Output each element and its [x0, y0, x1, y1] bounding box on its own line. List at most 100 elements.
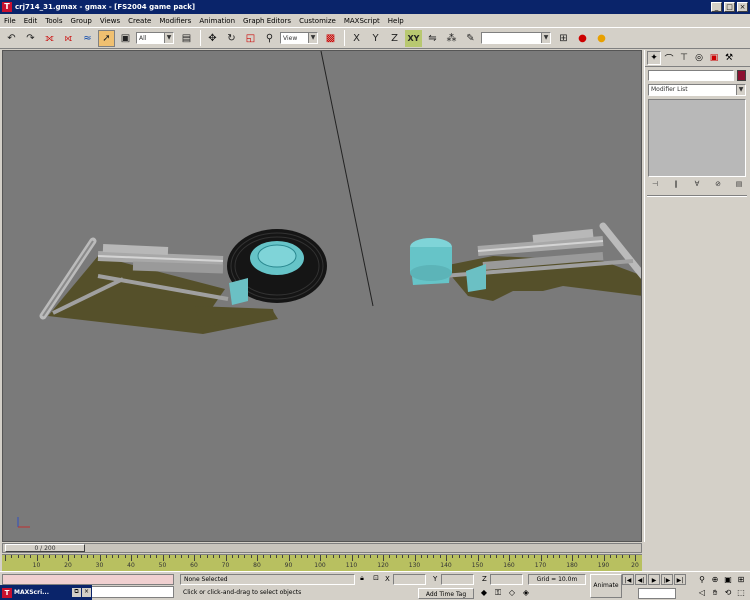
menu-help[interactable]: Help — [384, 17, 408, 25]
menu-group[interactable]: Group — [67, 17, 96, 25]
material-editor-icon[interactable]: ● — [574, 30, 591, 47]
zoom-extents-all-icon[interactable]: ⊞ — [735, 574, 747, 586]
restrict-to-z-button[interactable]: Z — [386, 30, 403, 47]
modifier-stack-list[interactable] — [648, 99, 746, 177]
absolute-mode-icon[interactable]: ⊡ — [371, 574, 381, 584]
menu-customize[interactable]: Customize — [295, 17, 340, 25]
left-brake-plate — [229, 278, 248, 305]
taskbar-maxscript[interactable]: T MAXScri... ⧉ × — [0, 585, 92, 600]
select-and-link-icon[interactable]: ⟗ — [41, 30, 58, 47]
z-coord-field[interactable] — [490, 574, 523, 585]
modify-tab-icon[interactable]: ⌒ — [662, 51, 676, 65]
utilities-tab-icon[interactable]: ⚒ — [722, 51, 736, 65]
select-by-name-icon[interactable]: ▤ — [178, 30, 195, 47]
key-filters-icon[interactable]: ◇ — [506, 587, 518, 599]
time-slider-track[interactable]: 0 / 200 — [2, 543, 642, 553]
key-mode-icon[interactable]: ◆ — [478, 587, 490, 599]
configure-modifier-sets-icon[interactable]: ▤ — [732, 180, 746, 191]
ruler-tick — [212, 555, 214, 558]
menu-views[interactable]: Views — [96, 17, 124, 25]
go-to-end-icon[interactable]: ▶| — [674, 574, 686, 585]
ruler-tick — [338, 555, 340, 558]
make-unique-icon[interactable]: ∀ — [690, 180, 704, 191]
reference-coord-dropdown[interactable]: View ▼ — [280, 32, 318, 44]
maxscript-listener-field[interactable] — [2, 574, 174, 585]
select-region-icon[interactable]: ▣ — [117, 30, 134, 47]
bind-to-space-warp-icon[interactable]: ≈ — [79, 30, 96, 47]
restrict-to-y-button[interactable]: Y — [367, 30, 384, 47]
time-slider-thumb[interactable]: 0 / 200 — [5, 544, 85, 552]
ruler-tick — [225, 555, 227, 561]
select-and-move-icon[interactable]: ✥ — [204, 30, 221, 47]
arc-rotate-icon[interactable]: ⟲ — [722, 587, 734, 599]
named-selection-dropdown[interactable]: ▼ — [481, 32, 551, 44]
restrict-to-x-button[interactable]: X — [348, 30, 365, 47]
auto-key-icon[interactable]: ◈ — [520, 587, 532, 599]
restore-icon[interactable]: ⧉ — [72, 588, 81, 597]
ruler-label: 30 — [95, 562, 104, 569]
x-coord-field[interactable] — [393, 574, 426, 585]
zoom-icon[interactable]: ⚲ — [696, 574, 708, 586]
perspective-viewport[interactable] — [2, 50, 642, 542]
play-icon[interactable]: ▶ — [648, 574, 660, 585]
menu-animation[interactable]: Animation — [195, 17, 239, 25]
display-tab-icon[interactable]: ▣ — [707, 51, 721, 65]
modifier-list-dropdown[interactable]: Modifier List ▼ — [648, 84, 746, 96]
ruler-label: 180 — [566, 562, 578, 569]
gmax-logo-icon: T — [2, 2, 12, 12]
menu-maxscript[interactable]: MAXScript — [340, 17, 384, 25]
menu-edit[interactable]: Edit — [20, 17, 42, 25]
select-and-scale-icon[interactable]: ◱ — [242, 30, 259, 47]
menu-modifiers[interactable]: Modifiers — [155, 17, 195, 25]
zoom-all-icon[interactable]: ⊕ — [709, 574, 721, 586]
menu-create[interactable]: Create — [124, 17, 155, 25]
next-frame-icon[interactable]: |▶ — [661, 574, 673, 585]
array-icon[interactable]: ⁂ — [443, 30, 460, 47]
previous-frame-icon[interactable]: ◀| — [635, 574, 647, 585]
pin-stack-icon[interactable]: ⊣ — [648, 180, 662, 191]
go-to-start-icon[interactable]: |◀ — [622, 574, 634, 585]
undo-icon[interactable]: ↶ — [3, 30, 20, 47]
field-of-view-icon[interactable]: ◁ — [696, 587, 708, 599]
close-button[interactable]: × — [737, 2, 748, 12]
unlink-icon[interactable]: ⟖ — [60, 30, 77, 47]
hierarchy-tab-icon[interactable]: ⊤ — [677, 51, 691, 65]
curve-editor-icon[interactable]: ⊞ — [555, 30, 572, 47]
select-object-icon[interactable]: ➚ — [98, 29, 115, 47]
show-end-result-icon[interactable]: ‖ — [669, 180, 683, 191]
maximize-viewport-icon[interactable]: ⬚ — [735, 587, 747, 599]
menu-graph-editors[interactable]: Graph Editors — [239, 17, 295, 25]
y-coord-field[interactable] — [441, 574, 474, 585]
use-pivot-center-icon[interactable]: ▩ — [322, 30, 339, 47]
menu-tools[interactable]: Tools — [41, 17, 66, 25]
animate-button[interactable]: Animate — [590, 574, 622, 598]
set-key-icon[interactable]: ⚿ — [492, 587, 504, 599]
track-bar[interactable]: 10 20 30 40 50 60 70 80 90 100 110 120 130 140 150 160 1… — [2, 554, 642, 571]
add-time-tag-button[interactable]: Add Time Tag — [418, 588, 474, 599]
close-icon[interactable]: × — [82, 588, 91, 597]
restrict-to-xy-button[interactable]: XY — [405, 29, 422, 47]
remove-modifier-icon[interactable]: ⊘ — [711, 180, 725, 191]
current-frame-field[interactable] — [638, 588, 676, 599]
motion-tab-icon[interactable]: ◎ — [692, 51, 706, 65]
render-scene-icon[interactable]: ● — [593, 30, 610, 47]
select-and-manipulate-icon[interactable]: ⚲ — [261, 30, 278, 47]
mirror-icon[interactable]: ⇋ — [424, 30, 441, 47]
select-and-rotate-icon[interactable]: ↻ — [223, 30, 240, 47]
align-icon[interactable]: ✎ — [462, 30, 479, 47]
zoom-extents-icon[interactable]: ▣ — [722, 574, 734, 586]
object-color-swatch[interactable] — [737, 70, 746, 81]
maximize-button[interactable]: □ — [724, 2, 735, 12]
minimize-button[interactable]: _ — [711, 2, 722, 12]
ruler-label: 10 — [32, 562, 41, 569]
create-tab-icon[interactable]: ✦ — [647, 51, 661, 65]
lock-selection-icon[interactable]: 🔒︎ — [357, 574, 367, 584]
ruler-tick — [458, 555, 460, 558]
selection-filter-dropdown[interactable]: All ▼ — [136, 32, 174, 44]
pan-icon[interactable]: ✋︎ — [709, 587, 721, 599]
ruler-tick — [351, 555, 353, 561]
menu-file[interactable]: File — [0, 17, 20, 25]
redo-icon[interactable]: ↷ — [22, 30, 39, 47]
chevron-down-icon: ▼ — [308, 33, 317, 43]
object-name-field[interactable] — [648, 70, 734, 81]
